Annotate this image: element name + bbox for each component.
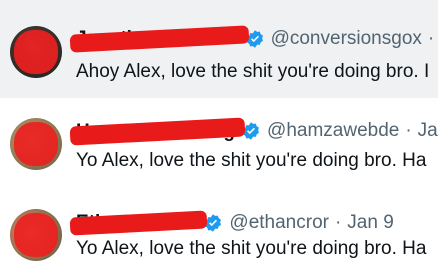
avatar[interactable] [10, 209, 62, 261]
tweet-header: Jonathan Thomas @conversionsgox · 5h [69, 25, 438, 53]
display-name[interactable]: Hamza ⚡ Landing [69, 116, 246, 146]
display-name[interactable]: Ethan Collins [69, 210, 208, 236]
timestamp[interactable]: Jan 9 [347, 212, 393, 234]
separator-dot: · [427, 28, 435, 49]
tweet-header: Ethan Collins @ethancror · Jan 9 [69, 210, 394, 236]
user-handle[interactable]: @hamzawebde [267, 120, 399, 142]
user-handle[interactable]: @conversionsgox [271, 28, 422, 50]
timestamp[interactable]: Jan [418, 120, 438, 142]
tweet-item[interactable]: Hamza ⚡ Landing @hamzawebde · Jan Yo Ale… [0, 98, 438, 193]
tweet-header: Hamza ⚡ Landing @hamzawebde · Jan [69, 116, 438, 146]
avatar[interactable] [10, 26, 62, 78]
tweet-text: Ahoy Alex, love the shit you're doing br… [76, 61, 430, 82]
user-handle[interactable]: @ethancror [229, 212, 329, 234]
separator-dot: · [405, 120, 412, 141]
reply-feed: Jonathan Thomas @conversionsgox · 5h Aho… [0, 0, 438, 274]
tweet-text: Yo Alex, love the shit you're doing bro.… [76, 238, 427, 259]
tweet-item[interactable]: Jonathan Thomas @conversionsgox · 5h Aho… [0, 0, 438, 98]
tweet-item[interactable]: Ethan Collins @ethancror · Jan 9 Yo Alex… [0, 193, 438, 274]
tweet-text: Yo Alex, love the shit you're doing bro.… [76, 150, 427, 171]
separator-dot: · [334, 212, 342, 233]
display-name[interactable]: Jonathan Thomas [69, 25, 249, 53]
avatar[interactable] [10, 118, 62, 170]
